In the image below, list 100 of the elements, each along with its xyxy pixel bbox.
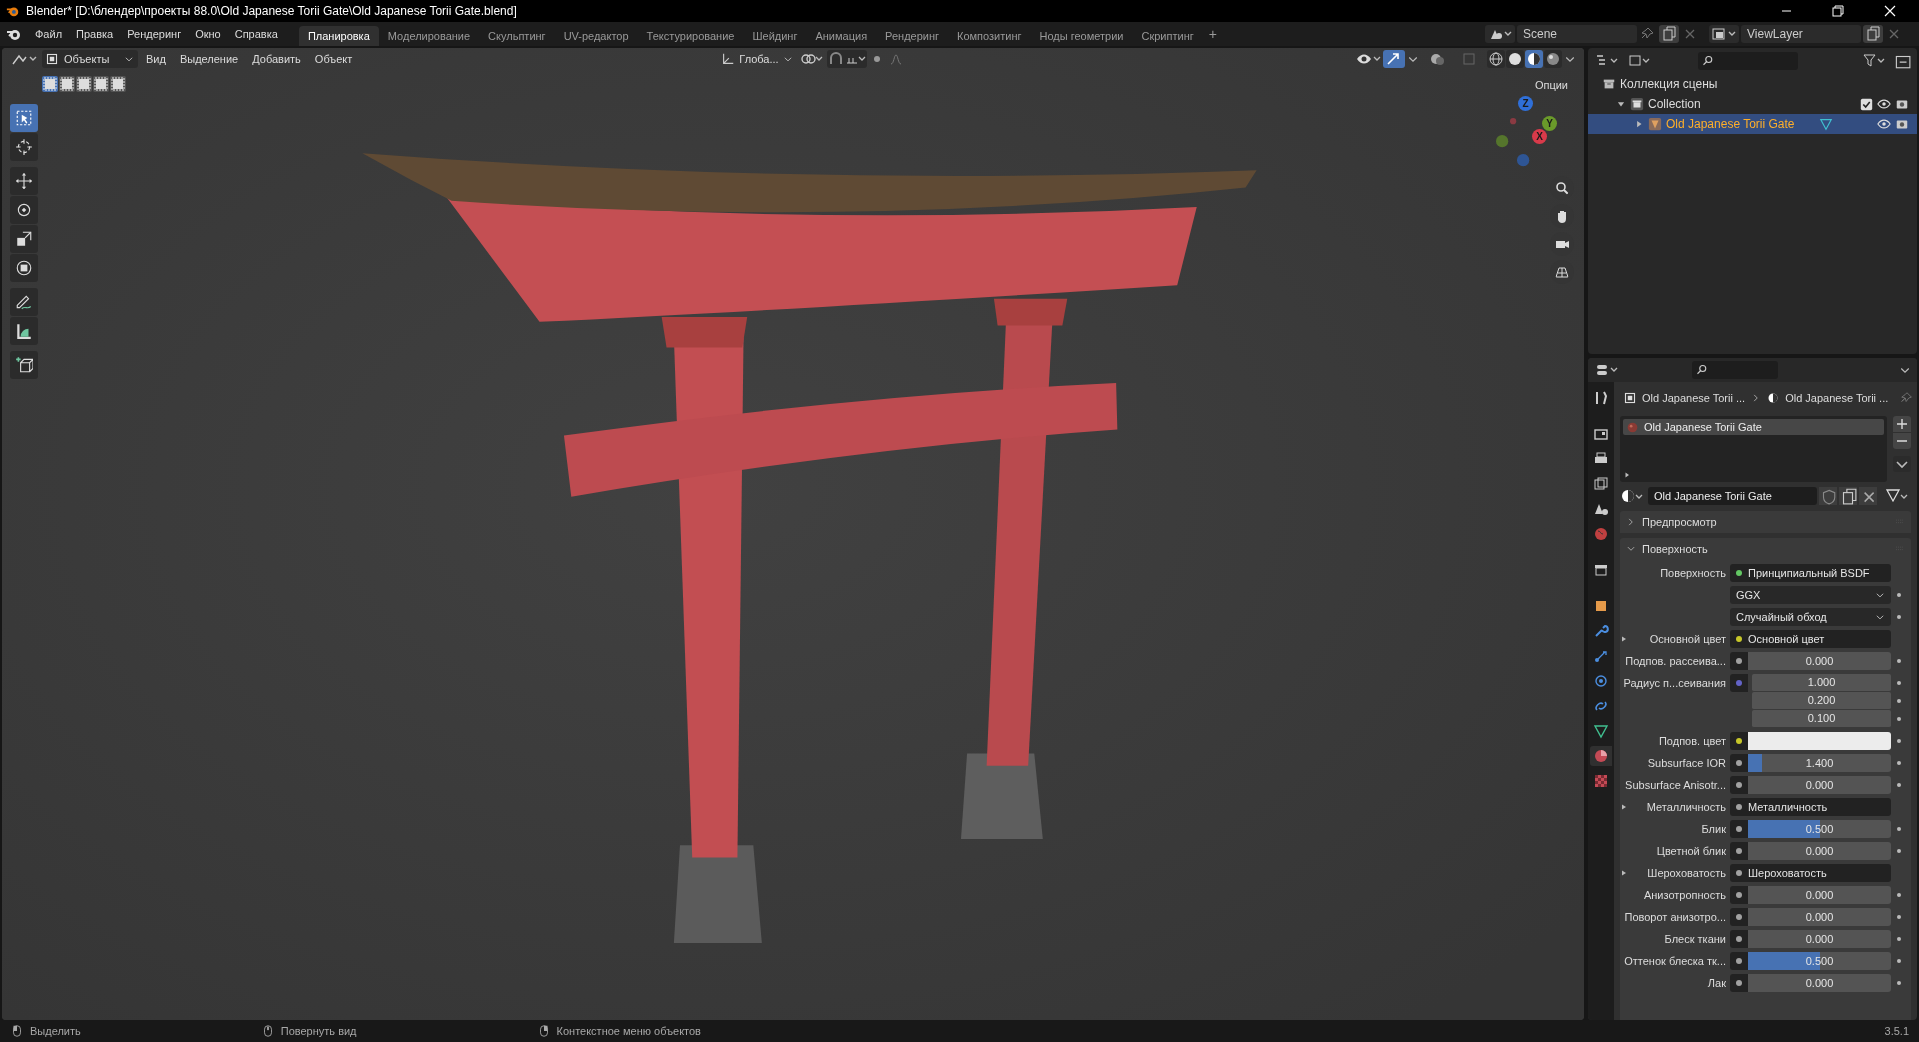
add-workspace-button[interactable]: + — [1202, 23, 1223, 45]
expand-triangle-icon[interactable] — [1620, 635, 1628, 643]
duplicate-icon[interactable] — [1863, 25, 1883, 43]
panel-header[interactable]: Поверхность — [1620, 538, 1911, 560]
menu-item[interactable]: Рендеринг — [120, 24, 189, 44]
rendered-sphere-icon[interactable] — [1544, 50, 1562, 68]
workspace-tab[interactable]: Рендеринг — [876, 26, 949, 46]
mesh-data-icon[interactable] — [1818, 117, 1833, 131]
gizmo-toggle-icon[interactable] — [1383, 50, 1405, 68]
panel-header[interactable]: Предпросмотр — [1620, 511, 1911, 533]
select-mode-icon[interactable] — [93, 76, 109, 92]
material-ball-icon — [1627, 421, 1638, 433]
tool-button[interactable] — [10, 196, 38, 224]
plus-icon[interactable] — [1893, 416, 1911, 432]
color-swatch[interactable] — [1748, 732, 1891, 750]
duplicate-icon[interactable] — [1839, 487, 1857, 505]
eye-icon[interactable] — [1877, 97, 1891, 111]
name-field[interactable]: ViewLayer — [1741, 25, 1861, 43]
workspace-tab[interactable]: Скульптинг — [479, 26, 555, 46]
search-field[interactable] — [1692, 361, 1778, 379]
snap-icon[interactable] — [826, 50, 867, 68]
select-mode-icon[interactable] — [110, 76, 126, 92]
select-mode-icon[interactable] — [42, 76, 58, 92]
number-field[interactable]: 0.000 — [1748, 652, 1891, 670]
mode-dropdown[interactable]: Объекты — [42, 50, 138, 68]
number-field[interactable]: 0.000 — [1748, 908, 1891, 926]
expand-icon[interactable] — [1623, 471, 1631, 479]
panel-title: Предпросмотр — [1642, 514, 1717, 530]
field-label: Цветной блик — [1656, 843, 1726, 859]
wireframe-sphere-icon[interactable] — [1487, 50, 1505, 68]
tool-button[interactable] — [10, 167, 38, 195]
tool-button[interactable] — [10, 133, 38, 161]
expand-triangle-icon[interactable] — [1620, 869, 1628, 877]
number-field[interactable]: 0.000 — [1748, 842, 1891, 860]
material-name-field[interactable]: Old Japanese Torii Gate — [1648, 487, 1817, 505]
view-layer-icon[interactable] — [1709, 25, 1739, 43]
outliner-row[interactable]: Old Japanese Torii Gate — [1588, 114, 1917, 134]
number-field[interactable]: 0.100 — [1752, 710, 1891, 728]
dropdown[interactable]: GGX — [1730, 586, 1891, 604]
workspace-tab[interactable]: Текстурирование — [637, 26, 744, 46]
select-box-icon — [15, 109, 33, 127]
number-field[interactable]: 0.000 — [1748, 776, 1891, 794]
eye-icon[interactable] — [1877, 117, 1891, 131]
number-field[interactable]: 0.000 — [1748, 930, 1891, 948]
select-mode-icon[interactable] — [76, 76, 92, 92]
pin-icon[interactable] — [1900, 391, 1915, 405]
menu-item[interactable]: Окно — [188, 24, 228, 44]
linked-node-field[interactable]: Основной цвет — [1748, 630, 1891, 648]
orientation-dropdown[interactable]: Глоба... — [717, 50, 797, 68]
select-mode-icon[interactable] — [59, 76, 75, 92]
material-slot[interactable]: Old Japanese Torii Gate — [1623, 419, 1884, 435]
linked-node-field[interactable]: Шероховатость — [1748, 864, 1891, 882]
duplicate-icon[interactable] — [1659, 25, 1679, 43]
minus-icon[interactable] — [1893, 433, 1911, 449]
workspace-tab[interactable]: Скриптинг — [1132, 26, 1203, 46]
value-slider[interactable]: 1.400 — [1748, 754, 1891, 772]
tool-button[interactable] — [10, 225, 38, 253]
tool-button[interactable] — [10, 317, 38, 345]
material-sphere-icon[interactable] — [1525, 50, 1543, 68]
menu-item[interactable]: Добавить — [246, 50, 307, 68]
menu-item[interactable]: Справка — [227, 24, 285, 44]
tool-button[interactable] — [10, 104, 38, 132]
tool-button[interactable] — [10, 254, 38, 282]
material-slot-list[interactable]: Old Japanese Torii Gate — [1620, 416, 1887, 482]
number-field[interactable]: 1.000 — [1752, 674, 1891, 692]
breadcrumb-item[interactable]: Old Japanese Torii ... — [1642, 389, 1746, 407]
number-field[interactable]: 0.200 — [1752, 692, 1891, 710]
solid-sphere-icon[interactable] — [1506, 50, 1524, 68]
name-field[interactable]: Scene — [1517, 25, 1637, 43]
disclosure-triangle-icon[interactable] — [1634, 119, 1644, 129]
workspace-tab[interactable]: UV-редактор — [554, 26, 638, 46]
workspace-tab[interactable]: Шейдинг — [743, 26, 807, 46]
menu-item[interactable]: Правка — [69, 24, 121, 44]
workspace-tab[interactable]: Моделирование — [378, 26, 480, 46]
linked-node-field[interactable]: Принципиальный BSDF — [1748, 564, 1891, 582]
dropdown[interactable]: Случайный обход — [1730, 608, 1891, 626]
tool-button[interactable] — [10, 288, 38, 316]
linked-node-field[interactable]: Металличность — [1748, 798, 1891, 816]
options-dropdown[interactable]: Опции — [1528, 76, 1574, 94]
workspace-tab[interactable]: Композитинг — [948, 26, 1031, 46]
caret-icon[interactable] — [1893, 456, 1911, 472]
expand-triangle-icon[interactable] — [1620, 803, 1628, 811]
menu-item[interactable]: Выделение — [173, 50, 245, 68]
number-field[interactable]: 0.000 — [1748, 886, 1891, 904]
breadcrumb-item[interactable]: Old Japanese Torii ... — [1785, 389, 1889, 407]
checkbox-icon[interactable] — [1860, 97, 1873, 111]
fake-user-icon[interactable] — [1819, 487, 1837, 505]
workspace-tab[interactable]: Ноды геометрии — [1030, 26, 1133, 46]
scene-icon[interactable] — [1485, 25, 1515, 43]
workspace-tab[interactable]: Анимация — [806, 26, 877, 46]
menu-item[interactable]: Объект — [308, 50, 359, 68]
number-field[interactable]: 0.000 — [1748, 974, 1891, 992]
outliner-row[interactable]: Collection — [1588, 94, 1917, 114]
menu-item[interactable]: Вид — [140, 50, 172, 68]
search-field[interactable] — [1698, 52, 1798, 70]
disclosure-triangle-icon[interactable] — [1616, 99, 1626, 109]
workspace-tab[interactable]: Планировка — [298, 26, 379, 46]
tool-button[interactable] — [10, 351, 38, 379]
outliner-row[interactable]: Коллекция сцены — [1588, 74, 1917, 94]
menu-item[interactable]: Файл — [28, 24, 70, 44]
